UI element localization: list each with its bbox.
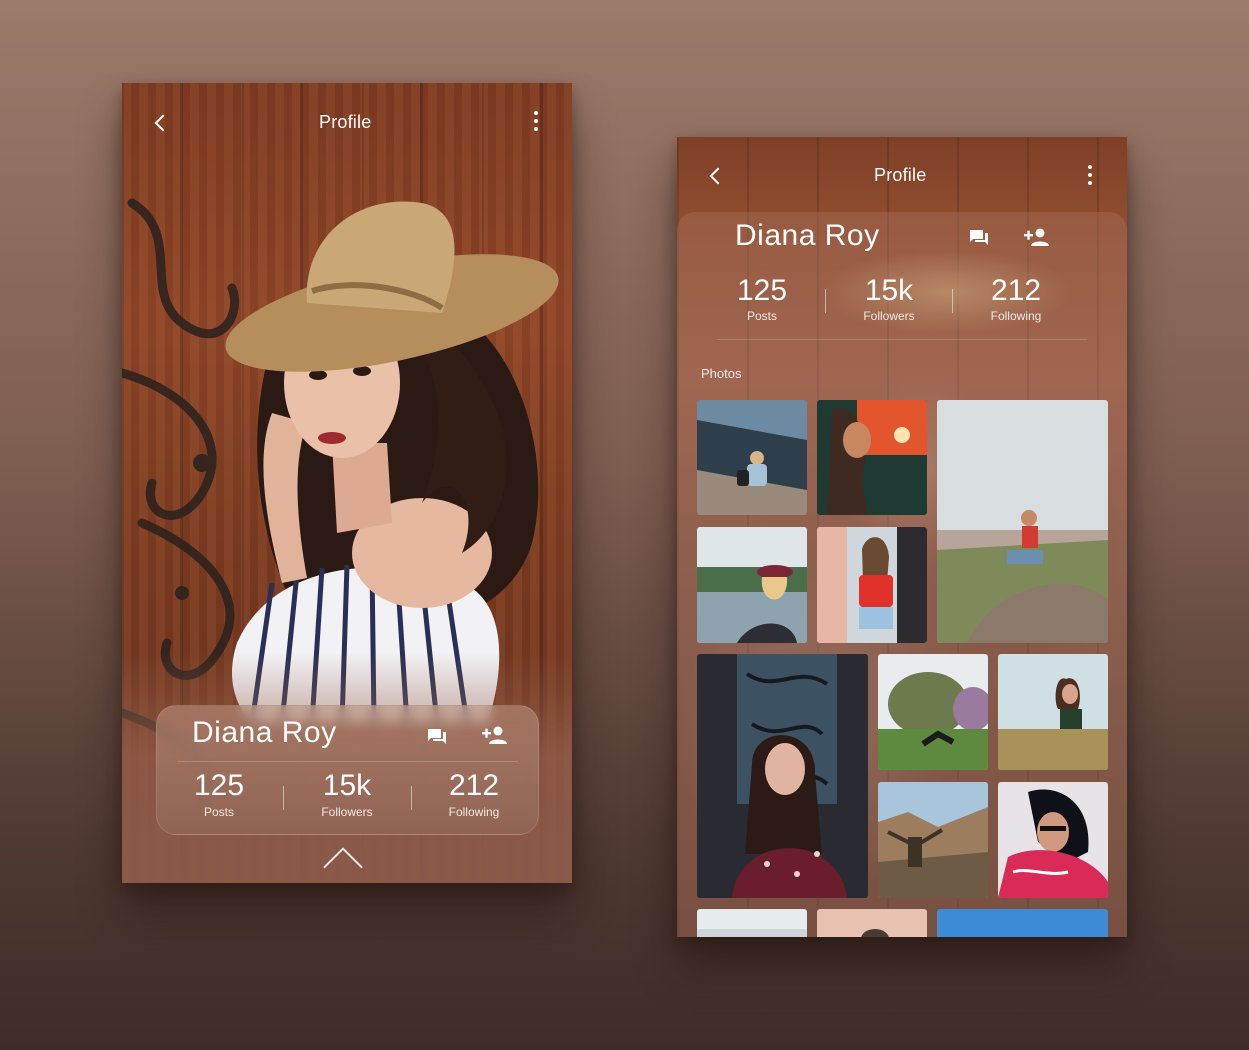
chat-icon[interactable]: [969, 229, 989, 247]
photo-thumbnail[interactable]: [937, 400, 1108, 643]
page-title: Profile: [319, 112, 372, 132]
chevron-left-icon[interactable]: [709, 167, 727, 185]
posts-label: Posts: [746, 309, 777, 323]
photo-thumbnail[interactable]: [817, 909, 927, 937]
add-user-icon[interactable]: [482, 726, 508, 744]
photo-thumbnail[interactable]: [878, 654, 988, 770]
profile-name: Diana Roy: [192, 716, 337, 749]
following-label: Following: [448, 805, 500, 819]
page-title: Profile: [874, 165, 927, 185]
card-divider: [177, 761, 518, 762]
posts-count: 125: [193, 769, 245, 802]
profile-screen-gallery: Profile Diana Roy 125 Posts 15k Follower…: [677, 137, 1127, 937]
photo-thumbnail[interactable]: [937, 909, 1108, 937]
followers-count: 15k: [322, 769, 372, 802]
chat-icon[interactable]: [427, 728, 447, 746]
photo-thumbnail[interactable]: [697, 527, 807, 643]
photo-thumbnail[interactable]: [697, 654, 868, 898]
stat-divider: [952, 289, 953, 313]
photo-thumbnail[interactable]: [878, 782, 988, 898]
profile-name: Diana Roy: [735, 219, 880, 252]
profile-screen-hero: Profile Diana Roy 125 Posts 15k Follower…: [122, 83, 572, 883]
top-bar: Profile: [122, 83, 572, 158]
stats-divider: [717, 339, 1087, 340]
photo-thumbnail[interactable]: [817, 400, 927, 515]
followers-label: Followers: [321, 805, 373, 819]
more-vert-icon[interactable]: [534, 111, 538, 135]
profile-summary-card: Diana Roy 125 Posts 15k Followers 212 Fo…: [156, 705, 539, 835]
photos-heading: Photos: [701, 366, 742, 381]
photo-thumbnail[interactable]: [697, 400, 807, 515]
following-label: Following: [990, 309, 1042, 323]
stat-divider: [411, 786, 412, 810]
photo-thumbnail[interactable]: [998, 654, 1108, 770]
photo-thumbnail[interactable]: [697, 909, 807, 937]
posts-label: Posts: [203, 805, 234, 819]
followers-label: Followers: [863, 309, 915, 323]
following-count: 212: [990, 274, 1042, 307]
stat-divider: [283, 786, 284, 810]
more-vert-icon[interactable]: [1088, 165, 1092, 189]
add-user-icon[interactable]: [1024, 228, 1050, 246]
stat-divider: [825, 289, 826, 313]
posts-count: 125: [736, 274, 788, 307]
top-bar: Profile: [677, 137, 1127, 212]
photo-thumbnail[interactable]: [817, 527, 927, 643]
chevron-left-icon[interactable]: [154, 114, 172, 132]
photo-thumbnail[interactable]: [998, 782, 1108, 898]
following-count: 212: [448, 769, 500, 802]
followers-count: 15k: [864, 274, 914, 307]
